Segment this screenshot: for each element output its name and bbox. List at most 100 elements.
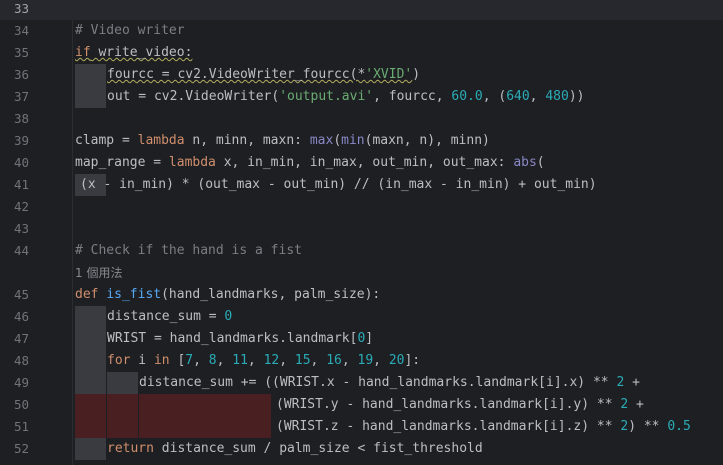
code-line[interactable]: 36 fourcc = cv2.VideoWriter_fourcc(*'XVI… [0, 64, 723, 86]
indent-guide [107, 372, 138, 394]
code-token: distance_sum / palm_size < fist_threshol… [153, 441, 483, 456]
number-token: 15 [294, 353, 311, 368]
code-token: , [341, 353, 358, 368]
indent-guide [75, 438, 106, 460]
usages-inlay-hint[interactable]: 1 個用法 [75, 262, 122, 284]
keyword-token: lambda [137, 133, 185, 148]
line-number: 47 [13, 331, 29, 346]
indent-error-highlight [139, 416, 271, 438]
number-token: 7 [185, 353, 194, 368]
code-token: , [373, 353, 389, 368]
code-token: distance_sum = [107, 309, 225, 324]
number-token: 8 [208, 353, 217, 368]
code-line[interactable]: 50 (WRIST.y - hand_landmarks.landmark[i]… [0, 394, 723, 416]
code-line[interactable]: 48 for i in [7, 8, 11, 12, 15, 16, 19, 2… [0, 350, 723, 372]
number-token: 0 [224, 309, 233, 324]
code-line[interactable]: 47 WRIST = hand_landmarks.landmark[0] [0, 328, 723, 350]
indent-guide [75, 64, 106, 86]
code-token: , fourcc, [373, 89, 452, 104]
line-number: 42 [13, 199, 29, 214]
code-token: [ [169, 353, 186, 368]
code-token: (WRIST.z - hand_landmarks.landmark[i].z)… [276, 419, 621, 434]
builtin-token: min [341, 133, 365, 148]
comment-token: # Check if the hand is a fist [75, 243, 302, 258]
line-number: 45 [13, 287, 29, 302]
code-token: ( [536, 155, 545, 170]
code-token: write_video: [90, 45, 193, 60]
code-token: + [624, 375, 640, 390]
number-token: 0.5 [667, 419, 691, 434]
code-line[interactable]: 46 distance_sum = 0 [0, 306, 723, 328]
code-line[interactable]: 33 [0, 0, 723, 20]
code-token: clamp = [75, 133, 138, 148]
code-token: )) [568, 89, 585, 104]
code-line[interactable]: 45 def is_fist(hand_landmarks, palm_size… [0, 284, 723, 306]
number-token: 60.0 [451, 89, 483, 104]
number-token: 16 [326, 353, 342, 368]
keyword-token: lambda [168, 155, 216, 170]
line-number: 40 [13, 155, 29, 170]
code-token: , [247, 353, 264, 368]
code-line[interactable]: 40 map_range = lambda x, in_min, in_max,… [0, 152, 723, 174]
code-token: ( [333, 133, 342, 148]
code-token: n, minn, maxn: [184, 133, 310, 148]
number-token: 19 [357, 353, 374, 368]
code-line[interactable]: 42 [0, 196, 723, 218]
code-token: (maxn, n), minn) [364, 133, 490, 148]
code-line[interactable]: 34 # Video writer [0, 20, 723, 42]
code-token: ] [365, 331, 374, 346]
code-line[interactable]: 49 distance_sum += ((WRIST.x - hand_land… [0, 372, 723, 394]
indent-guide [75, 372, 106, 394]
number-token: 640 [506, 89, 530, 104]
indent-guide [75, 350, 106, 372]
line-number: 50 [13, 397, 29, 412]
keyword-token: for [107, 353, 131, 368]
line-number: 43 [13, 221, 29, 236]
code-token: ]: [404, 353, 421, 368]
code-token: ) ** [628, 419, 668, 434]
code-line[interactable]: 51 (WRIST.z - hand_landmarks.landmark[i]… [0, 416, 723, 438]
code-line[interactable]: 35 if write_video: [0, 42, 723, 64]
string-token: 'XVID' [365, 67, 413, 82]
keyword-token: def [75, 287, 99, 302]
builtin-token: abs [513, 155, 537, 170]
line-number: 39 [13, 133, 29, 148]
code-token: i [130, 353, 154, 368]
code-token: x, in_min, in_max, out_min, out_max: [215, 155, 514, 170]
line-number: 35 [13, 45, 29, 60]
code-token: WRIST = hand_landmarks.landmark[ [107, 331, 358, 346]
indent-error-highlight [107, 416, 138, 438]
code-token: map_range = [75, 155, 169, 170]
comment-token: # Video writer [75, 23, 185, 38]
line-number: 33 [13, 1, 29, 16]
indent-guide [75, 86, 106, 108]
code-line[interactable]: 39 clamp = lambda n, minn, maxn: max(min… [0, 130, 723, 152]
keyword-token: if [75, 45, 91, 60]
function-name-token: is_fist [106, 287, 162, 302]
keyword-token: in [153, 353, 170, 368]
builtin-token: max [309, 133, 334, 148]
line-number: 48 [13, 353, 29, 368]
line-number: 44 [13, 243, 29, 258]
code-line[interactable]: 37 out = cv2.VideoWriter('output.avi', f… [0, 86, 723, 108]
code-token: (hand_landmarks, palm_size): [161, 287, 381, 302]
code-token: , [193, 353, 209, 368]
code-token: fourcc = cv2.VideoWriter_fourcc(* [107, 67, 366, 82]
code-token: , [529, 89, 546, 104]
line-number: 52 [13, 441, 29, 456]
line-number: 41 [13, 177, 29, 192]
code-line[interactable]: 38 [0, 108, 723, 130]
code-token: , [279, 353, 295, 368]
line-number: 36 [13, 67, 29, 82]
code-token: distance_sum += ((WRIST.x - hand_landmar… [139, 375, 617, 390]
code-line[interactable]: 52 return distance_sum / palm_size < fis… [0, 438, 723, 460]
number-token: 11 [232, 353, 248, 368]
code-line[interactable]: 43 [0, 218, 723, 240]
code-line[interactable]: 44 # Check if the hand is a fist [0, 240, 723, 262]
code-editor[interactable]: 33 34 # Video writer 35 if write_video: … [0, 0, 723, 465]
number-token: 480 [545, 89, 569, 104]
code-token: + [628, 397, 644, 412]
code-line[interactable]: 41 (x - in_min) * (out_max - out_min) //… [0, 174, 723, 196]
number-token: 12 [263, 353, 280, 368]
line-number: 38 [13, 111, 29, 126]
